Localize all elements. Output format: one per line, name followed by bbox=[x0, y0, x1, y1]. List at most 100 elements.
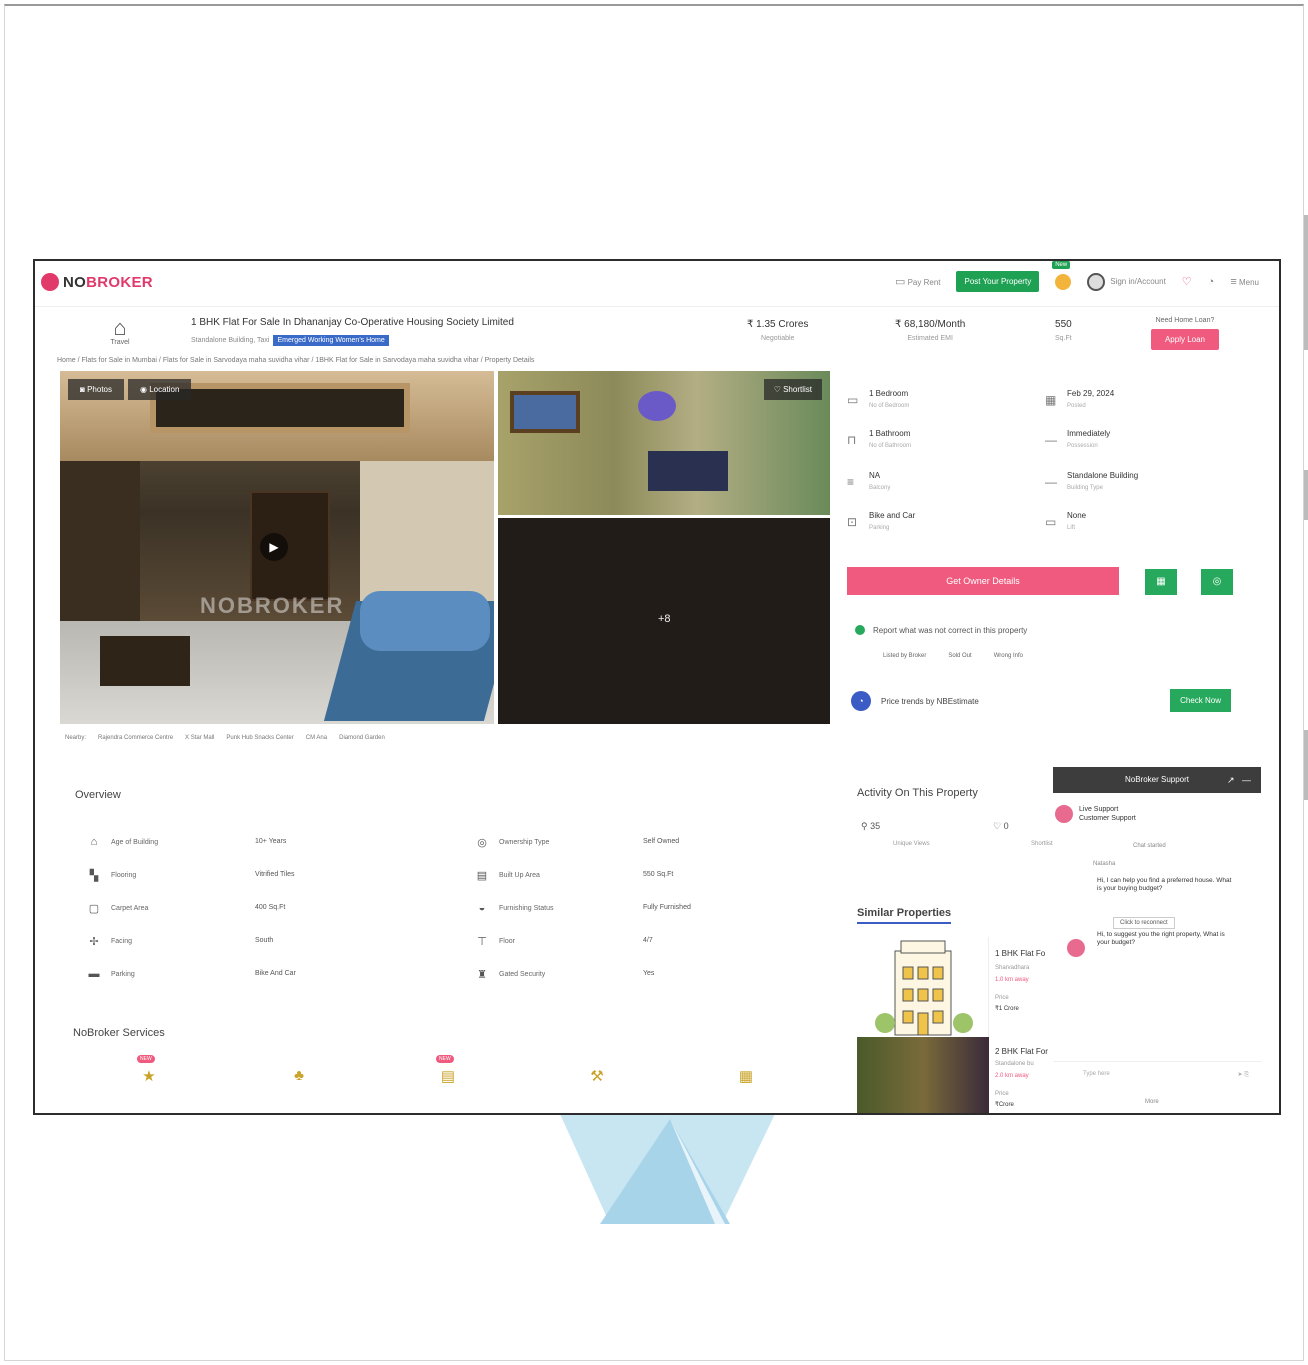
nearby-item[interactable]: Rajendra Commerce Centre bbox=[98, 735, 173, 741]
chat-more[interactable]: More bbox=[1145, 1099, 1159, 1105]
tab-location[interactable]: ◉ Location bbox=[127, 379, 192, 400]
flooring-icon: ▚ bbox=[89, 870, 99, 882]
whatsapp-button[interactable]: ◎ bbox=[1201, 569, 1233, 595]
heart-icon[interactable]: ♡ bbox=[1182, 275, 1192, 288]
menu-button[interactable]: ≡ Menu bbox=[1230, 276, 1259, 288]
shortlist-button[interactable]: ♡ Shortlist bbox=[763, 379, 822, 400]
post-property-button[interactable]: Post Your Property bbox=[956, 271, 1040, 292]
age-icon: ⌂ bbox=[90, 836, 98, 848]
overview-item: ▬ Parking bbox=[88, 968, 135, 980]
nearby-item[interactable]: Punk Hub Snacks Center bbox=[226, 735, 293, 741]
nobroker-logo[interactable]: NOBROKER bbox=[41, 273, 153, 291]
camera-icon: ◙ bbox=[80, 385, 85, 394]
apply-loan-button[interactable]: Apply Loan bbox=[1150, 329, 1219, 350]
nearby-places: Nearby: Rajendra Commerce Centre X Star … bbox=[65, 735, 385, 741]
views-count: ⚲ 35 bbox=[861, 821, 881, 831]
carpet-icon: ▢ bbox=[88, 903, 100, 915]
send-icon[interactable]: ➤ ⎘ bbox=[1238, 1071, 1250, 1079]
similar-property-card[interactable]: 2 BHK Flat For Standalone bu 2.0 km away… bbox=[857, 1037, 1057, 1113]
detail-bedroom: ▭ 1 Bedroom No of Bedroom bbox=[847, 389, 910, 409]
overview-value: Self Owned bbox=[643, 838, 680, 845]
user-menu[interactable]: Sign in/Account bbox=[1087, 272, 1166, 291]
house-icon: ⌂ bbox=[113, 315, 127, 340]
location-icon: ◉ bbox=[139, 385, 147, 394]
heart-icon: ♡ bbox=[773, 385, 781, 394]
nearby-item[interactable]: Diamond Garden bbox=[339, 735, 385, 741]
service-item[interactable]: NEW ★ bbox=[135, 1055, 163, 1085]
calendar-button[interactable]: ▦ bbox=[1145, 569, 1177, 595]
property-title-row: ⌂ Travel 1 BHK Flat For Sale In Dhananja… bbox=[35, 309, 1279, 361]
bell-icon[interactable]: ◔ bbox=[1208, 276, 1215, 288]
car-icon: ▬ bbox=[88, 968, 100, 980]
service-item[interactable]: ▦ bbox=[732, 1067, 760, 1085]
bed-icon: ▭ bbox=[847, 393, 859, 407]
price-metric: ₹ 1.35 Crores Negotiable bbox=[747, 319, 809, 342]
overview-item: ⌂ Age of Building bbox=[87, 836, 158, 848]
chat-agent: Live Support Customer Support bbox=[1055, 805, 1136, 823]
similar-distance: 1.0 km away bbox=[995, 977, 1029, 983]
service-item[interactable]: ♣ bbox=[285, 1067, 313, 1084]
chat-started-label: Chat started bbox=[1133, 843, 1166, 849]
detail-parking: ⊡ Bike and Car Parking bbox=[847, 511, 916, 531]
calendar-icon: ▦ bbox=[1045, 393, 1057, 407]
nearby-item[interactable]: CM Ana bbox=[306, 735, 327, 741]
home-loan-box: Need Home Loan? Apply Loan bbox=[1150, 317, 1219, 350]
pay-rent-link[interactable]: ▭ Pay Rent bbox=[895, 275, 941, 288]
tab-photos[interactable]: ◙ Photos bbox=[68, 379, 124, 400]
chat-header[interactable]: NoBroker Support ↗ — bbox=[1053, 767, 1261, 793]
report-row[interactable]: Report what was not correct in this prop… bbox=[855, 625, 1027, 635]
overview-item: ▤ Built Up Area bbox=[476, 870, 540, 882]
detail-building-type: — Standalone Building Building Type bbox=[1045, 471, 1139, 491]
overview-value: Vitrified Tiles bbox=[255, 871, 295, 878]
bath-icon: ⊓ bbox=[847, 433, 857, 447]
chat-input[interactable]: Type here ➤ ⎘ bbox=[1053, 1061, 1261, 1087]
building-illustration bbox=[857, 937, 989, 1037]
furnishing-icon: ◒ bbox=[478, 902, 486, 914]
nearby-item[interactable]: X Star Mall bbox=[185, 735, 214, 741]
views-label: Unique Views bbox=[893, 841, 930, 847]
overview-value: 10+ Years bbox=[255, 838, 287, 845]
agent-avatar bbox=[1055, 805, 1073, 823]
shortlist-count: ♡ 0 bbox=[993, 821, 1009, 831]
shortlist-label: Shortlists bbox=[1031, 841, 1056, 847]
service-item[interactable]: NEW ▤ bbox=[434, 1055, 462, 1085]
header-actions: ▭ Pay Rent Post Your Property New Sign i… bbox=[895, 261, 1259, 292]
area-metric: 550 Sq.Ft bbox=[1055, 319, 1072, 342]
wallet-icon: ▭ bbox=[894, 276, 906, 288]
report-tag[interactable]: Wrong Info bbox=[994, 653, 1023, 659]
service-item[interactable]: ⚒ bbox=[583, 1067, 611, 1085]
similar-location: Standalone bu bbox=[995, 1061, 1034, 1067]
get-owner-details-button[interactable]: Get Owner Details bbox=[847, 567, 1119, 595]
main-photo[interactable]: NOBROKER ▶ ◙ Photos ◉ Location bbox=[60, 371, 494, 724]
report-tag[interactable]: Sold Out bbox=[948, 653, 971, 659]
side-photo-top[interactable]: ♡ Shortlist bbox=[498, 371, 830, 515]
detail-balcony: ≡ NA Balcony bbox=[847, 471, 891, 491]
avatar bbox=[1087, 272, 1106, 291]
overview-value: Yes bbox=[643, 970, 655, 977]
estimate-icon: ◔ bbox=[851, 691, 871, 711]
side-photo-bottom[interactable]: +8 bbox=[498, 518, 830, 724]
more-photos-count[interactable]: +8 bbox=[658, 613, 671, 625]
breadcrumb[interactable]: Home / Flats for Sale in Mumbai / Flats … bbox=[57, 357, 534, 364]
parking-icon: ⊡ bbox=[847, 515, 858, 529]
rental-service-icon: ▤ bbox=[440, 1068, 456, 1085]
chat-controls[interactable]: ↗ — bbox=[1227, 767, 1251, 793]
owner-actions: Get Owner Details ▦ ◎ bbox=[847, 567, 1247, 597]
report-icon bbox=[855, 625, 865, 635]
similar-property-card[interactable]: 1 BHK Flat Fo Sharvadhara 1.0 km away Pr… bbox=[857, 937, 1057, 1037]
legal-service-icon: ⚒ bbox=[590, 1068, 604, 1085]
overview-item: ◒ Furnishing Status bbox=[475, 902, 554, 914]
property-subtitle: Standalone Building, Taxi Emerged Workin… bbox=[191, 335, 389, 346]
similar-title: 2 BHK Flat For bbox=[995, 1047, 1048, 1056]
new-badge: NEW bbox=[436, 1055, 454, 1063]
rewards-icon[interactable]: New bbox=[1052, 261, 1072, 290]
lift-icon: ▭ bbox=[1045, 515, 1057, 529]
chat-message: Hi, I can help you find a preferred hous… bbox=[1097, 877, 1232, 892]
play-video-icon[interactable]: ▶ bbox=[260, 533, 288, 561]
detail-posted: ▦ Feb 29, 2024 Posted bbox=[1045, 389, 1115, 409]
new-badge: New bbox=[1052, 261, 1071, 269]
check-now-button[interactable]: Check Now bbox=[1170, 689, 1231, 712]
overview-item: ◎ Ownership Type bbox=[475, 836, 549, 849]
report-tag[interactable]: Listed by Broker bbox=[883, 653, 926, 659]
reconnect-button[interactable]: Click to reconnect bbox=[1113, 917, 1175, 929]
